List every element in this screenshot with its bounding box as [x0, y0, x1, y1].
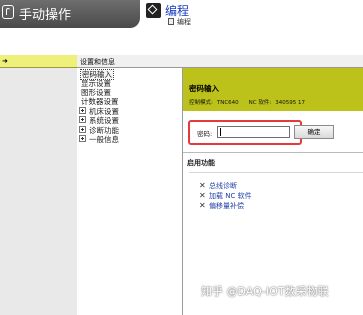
content-title: 密码输入 — [189, 84, 219, 93]
expand-icon[interactable] — [79, 135, 86, 142]
function-load-nc-software[interactable]: ✕ 加载 NC 软件 — [199, 191, 252, 201]
tree-item-general-info[interactable]: 一般信息 — [79, 135, 119, 144]
mode-tab-manual[interactable]: 手动操作 — [0, 0, 140, 28]
tree-item-label: 图形设置 — [81, 88, 111, 97]
tree-item-label: 计数器设置 — [81, 97, 119, 106]
password-input[interactable] — [217, 126, 290, 138]
arrow-right-icon: ➜ — [2, 57, 8, 65]
function-bus-diagnostics[interactable]: ✕ 总线诊断 — [199, 181, 237, 191]
tree-item-label: 系统设置 — [89, 116, 119, 125]
content-header: 密码输入 控制模式: TNC640 NC 软件: 340595 17 — [183, 68, 363, 111]
functions-list: ✕ 总线诊断 ✕ 加载 NC 软件 ✕ 偏移量补偿 — [189, 172, 363, 229]
control-model-value: TNC640 — [216, 100, 239, 106]
content-pane: 密码输入 控制模式: TNC640 NC 软件: 340595 17 密码: 确定 启… — [183, 68, 363, 315]
nc-software-value: 340595 17 — [275, 100, 305, 106]
top-bar: 手动操作 编程 编程 — [0, 0, 363, 55]
functions-title: 启用功能 — [187, 159, 215, 167]
tools-icon: ✕ — [199, 181, 206, 190]
tree-item-label: 显示设置 — [81, 79, 111, 88]
tools-icon: ✕ — [199, 201, 206, 210]
program-tab[interactable]: 编程 编程 — [146, 0, 356, 28]
tree-item-label: 机床设置 — [89, 107, 119, 116]
tree-item-machine-settings[interactable]: 机床设置 — [79, 107, 119, 116]
watermark: 知乎 @DAQ-IOT数采物联 — [201, 285, 329, 298]
password-label: 密码: — [197, 130, 213, 138]
control-model-label: 控制模式: — [189, 100, 213, 106]
tree-item-counter-settings[interactable]: 计数器设置 — [81, 97, 119, 106]
expand-icon[interactable] — [79, 126, 86, 133]
program-sub-label: 编程 — [177, 18, 191, 26]
tree-item-display-settings[interactable]: 显示设置 — [81, 79, 111, 88]
password-row: 密码: — [187, 120, 302, 146]
tree-item-graphics-settings[interactable]: 图形设置 — [81, 88, 111, 97]
tree-item-label: 密码输入 — [80, 69, 114, 80]
nc-software-label: NC 软件: — [248, 100, 272, 106]
tree-item-label: 一般信息 — [89, 135, 119, 144]
tree-item-diagnostics[interactable]: 诊断功能 — [79, 126, 119, 135]
hand-icon — [2, 5, 14, 19]
control-info: 控制模式: TNC640 NC 软件: 340595 17 — [189, 98, 309, 106]
panel-header: 设置和信息 — [77, 55, 363, 68]
expand-icon[interactable] — [79, 107, 86, 114]
file-icon — [168, 18, 174, 25]
settings-tree: 密码输入 显示设置 图形设置 计数器设置 机床设置 系统设置 诊断功能 一般信息 — [77, 68, 183, 315]
function-label: 总线诊断 — [209, 182, 237, 190]
function-offset-compensation[interactable]: ✕ 偏移量补偿 — [199, 201, 244, 211]
panel-title: 设置和信息 — [80, 58, 115, 66]
expand-icon[interactable] — [79, 116, 86, 123]
left-rail: ➜ — [0, 55, 77, 315]
program-mode-icon — [146, 3, 161, 18]
function-label: 偏移量补偿 — [209, 202, 244, 210]
tree-item-label: 诊断功能 — [89, 126, 119, 135]
tree-item-password-input[interactable]: 密码输入 — [80, 69, 114, 80]
function-label: 加载 NC 软件 — [209, 192, 252, 200]
left-rail-header[interactable]: ➜ — [0, 55, 77, 68]
divider — [183, 152, 363, 153]
ok-button[interactable]: 确定 — [294, 125, 334, 139]
tree-item-system-settings[interactable]: 系统设置 — [79, 116, 119, 125]
mode-label: 手动操作 — [19, 8, 72, 23]
text-caret — [220, 128, 221, 136]
tools-icon: ✕ — [199, 191, 206, 200]
